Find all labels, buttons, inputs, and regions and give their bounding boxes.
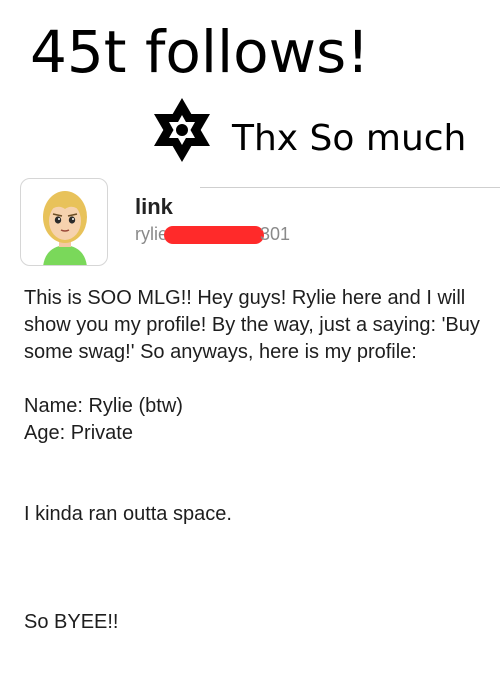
profile-header: link rylie 301 [20,178,480,268]
handwritten-thanks: Thx So much [231,118,466,159]
post-body: This is SOO MLG!! Hey guys! Rylie here a… [24,285,480,636]
post-name-line: Name: Rylie (btw) [24,395,183,417]
redaction-mark [164,226,265,245]
avatar[interactable] [20,178,108,266]
mii-avatar [43,191,87,265]
post-space-line: I kinda ran outta space. [24,503,232,525]
post-age-line: Age: Private [24,422,133,444]
star-of-david-icon [154,98,210,162]
username: rylie 301 [135,224,290,245]
handwritten-banner: 45t follows! Thx So much [30,18,466,162]
post-bye-line: So BYEE!! [24,611,119,633]
post-intro: This is SOO MLG!! Hey guys! Rylie here a… [24,287,480,363]
handwritten-follow-count: 45t follows! [30,18,370,86]
display-name[interactable]: link [135,194,173,220]
username-suffix: 301 [260,224,291,244]
